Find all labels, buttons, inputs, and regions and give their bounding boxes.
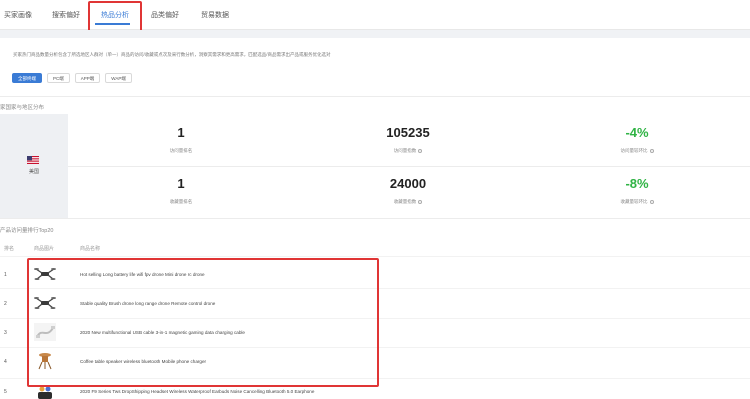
metric-visit-change: -4% 访问量较环比 xyxy=(577,126,697,154)
section-title-region: 家国家与地区分布 xyxy=(0,105,45,111)
divider xyxy=(68,166,750,167)
column-header-name: 商品名称 xyxy=(80,246,101,252)
metric-value: -8% xyxy=(625,176,649,191)
metric-visit-index: 105235 访问量指数 xyxy=(348,126,468,154)
metric-visit-rank: 1 访问量排名 xyxy=(121,126,241,154)
metric-label: 收藏量排名 xyxy=(169,199,193,204)
row-product-name[interactable]: 2020 F9 Series Tws DropShipping Headset … xyxy=(80,389,314,394)
tab-buyer-profile[interactable]: 买家画像 xyxy=(4,10,32,20)
metric-value: 105235 xyxy=(386,125,430,140)
filter-app[interactable]: APP端 xyxy=(74,73,101,83)
metric-label: 收藏量较环比 xyxy=(620,199,648,204)
row-rank: 2 xyxy=(4,301,7,307)
info-icon[interactable] xyxy=(649,148,654,153)
info-icon[interactable] xyxy=(418,148,423,153)
metric-label: 访问量指数 xyxy=(393,148,417,153)
table-highlight-box xyxy=(27,258,379,387)
metric-value: -4% xyxy=(625,125,649,140)
filter-all-devices[interactable]: 全部终端 xyxy=(12,73,42,83)
region-panel: 美国 xyxy=(0,114,68,218)
metric-label: 访问量排名 xyxy=(169,148,193,153)
row-rank: 1 xyxy=(4,272,7,278)
header-band xyxy=(0,30,750,38)
column-header-rank: 排名 xyxy=(4,246,15,252)
metric-label: 访问量较环比 xyxy=(620,148,648,153)
section-title-top20: 产品访问量排行Top20 xyxy=(0,228,54,234)
filter-pc[interactable]: PC端 xyxy=(47,73,70,83)
us-flag-icon xyxy=(27,156,39,164)
metric-value: 1 xyxy=(177,176,185,191)
column-header-image: 商品图片 xyxy=(34,246,55,252)
filter-wap[interactable]: WAP端 xyxy=(105,73,132,83)
metric-fav-change: -8% 收藏量较环比 xyxy=(577,177,697,205)
divider xyxy=(0,96,750,97)
tab-trade-data[interactable]: 贸易数据 xyxy=(201,10,229,20)
row-rank: 4 xyxy=(4,359,7,365)
metric-fav-index: 24000 收藏量指数 xyxy=(348,177,468,205)
tab-highlight-box xyxy=(88,1,142,32)
table-divider xyxy=(0,256,750,257)
tab-search-preference[interactable]: 搜索偏好 xyxy=(52,10,80,20)
metric-fav-rank: 1 收藏量排名 xyxy=(121,177,241,205)
tab-category-preference[interactable]: 品类偏好 xyxy=(151,10,179,20)
divider xyxy=(0,218,750,219)
region-name: 美国 xyxy=(28,169,39,175)
row-rank: 3 xyxy=(4,330,7,336)
device-filter-group: 全部终端 PC端 APP端 WAP端 xyxy=(12,73,132,83)
metric-value: 1 xyxy=(177,125,185,140)
metric-value: 24000 xyxy=(389,176,427,191)
info-icon[interactable] xyxy=(649,199,654,204)
row-rank: 5 xyxy=(4,389,7,395)
page-description: 买家热门商品数量分析包含了所选地区人群对（单一）商品的访问/收藏或点次及采行数分… xyxy=(13,52,331,57)
metric-label: 收藏量指数 xyxy=(393,199,417,204)
info-icon[interactable] xyxy=(418,199,423,204)
